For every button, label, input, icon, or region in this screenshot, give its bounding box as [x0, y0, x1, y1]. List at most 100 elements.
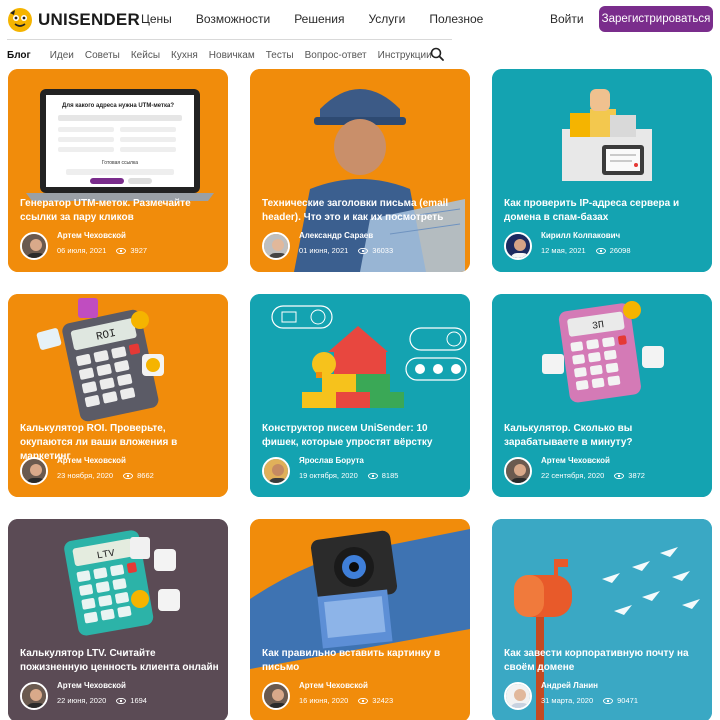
- subnav-item-guides[interactable]: Инструкции: [378, 50, 432, 61]
- card-title: Как проверить IP-адреса сервера и домена…: [504, 198, 680, 223]
- subnav-item-tips[interactable]: Советы: [85, 50, 120, 61]
- article-card-email-builder[interactable]: Конструктор писем UniSender: 10 фишек, к…: [250, 294, 470, 497]
- topnav-item-prices[interactable]: Цены: [141, 12, 172, 26]
- post-meta: 06 июля, 2021 3927: [57, 246, 147, 255]
- author-name: Андрей Ланин: [541, 681, 599, 690]
- author-name: Артем Чеховской: [57, 681, 126, 690]
- register-button[interactable]: Зарегистрироваться: [599, 6, 713, 32]
- utm-result-label: Готовая ссылка: [102, 160, 138, 166]
- subnav-item-beginners[interactable]: Новичкам: [209, 50, 255, 61]
- header-divider: [7, 39, 452, 40]
- author-avatar: [504, 682, 532, 710]
- views-icon: [603, 697, 614, 704]
- article-card-ltv-calculator[interactable]: LTV Калькулятор LTV. Считайте пожизненну…: [8, 519, 228, 720]
- card-title: Конструктор писем UniSender: 10 фишек, к…: [262, 423, 433, 448]
- login-link[interactable]: Войти: [550, 12, 584, 26]
- views-icon: [614, 472, 625, 479]
- article-card-roi-calculator[interactable]: ROI Калькулятор ROI. Проверьте, окупаютс…: [8, 294, 228, 497]
- card-title: Как завести корпоративную почту на своём…: [504, 648, 689, 673]
- utm-form-heading: Для какого адреса нужна UTM-метка?: [62, 103, 174, 109]
- post-views: 26098: [609, 246, 631, 255]
- views-icon: [595, 247, 606, 254]
- site-header: UNISENDER Цены Возможности Решения Услуг…: [0, 0, 720, 40]
- article-card-ip-spam-check[interactable]: Как проверить IP-адреса сервера и домена…: [492, 69, 712, 272]
- post-views: 8662: [137, 471, 154, 480]
- author-name: Артем Чеховской: [299, 681, 368, 690]
- author-name: Артем Чеховской: [57, 231, 126, 240]
- post-date: 16 июня, 2020: [299, 696, 349, 705]
- topnav-item-solutions[interactable]: Решения: [294, 12, 344, 26]
- views-icon: [358, 697, 369, 704]
- post-date: 01 июня, 2021: [299, 246, 349, 255]
- author-avatar: [504, 457, 532, 485]
- author-avatar: [262, 457, 290, 485]
- search-icon[interactable]: [430, 47, 444, 61]
- subnav-item-blog[interactable]: Блог: [7, 50, 31, 61]
- post-date: 06 июля, 2021: [57, 246, 107, 255]
- topnav-item-services[interactable]: Услуги: [368, 12, 405, 26]
- subnav-item-tests[interactable]: Тесты: [266, 50, 294, 61]
- card-title: Калькулятор. Сколько вы зарабатываете в …: [504, 423, 633, 448]
- brand-name: UNISENDER: [38, 10, 140, 29]
- post-date: 23 ноября, 2020: [57, 471, 114, 480]
- post-views: 32423: [372, 696, 394, 705]
- subnav-item-qa[interactable]: Вопрос-ответ: [305, 50, 367, 61]
- roi-calculator-display: ROI: [95, 328, 117, 344]
- ltv-calculator-display: LTV: [96, 549, 116, 563]
- subnav-item-kitchen[interactable]: Кухня: [171, 50, 198, 61]
- post-views: 3927: [130, 246, 148, 255]
- post-views: 8185: [381, 471, 399, 480]
- logo[interactable]: UNISENDER: [7, 7, 140, 33]
- author-avatar: [262, 682, 290, 710]
- author-name: Артем Чеховской: [541, 456, 610, 465]
- author-avatar: [20, 457, 48, 485]
- subnav-item-cases[interactable]: Кейсы: [131, 50, 160, 61]
- post-meta: 19 октября, 2020 8185: [299, 471, 398, 480]
- post-date: 19 октября, 2020: [299, 471, 358, 480]
- post-meta: 31 марта, 2020 90471: [541, 696, 638, 705]
- post-meta: 23 ноября, 2020 8662: [57, 471, 154, 480]
- post-meta: 16 июня, 2020 32423: [299, 696, 393, 705]
- post-views: 1694: [130, 696, 147, 705]
- author-name: Ярослав Борута: [299, 456, 364, 465]
- post-date: 22 сентября, 2020: [541, 471, 605, 480]
- article-card-corporate-email[interactable]: Как завести корпоративную почту на своём…: [492, 519, 712, 720]
- views-icon: [367, 472, 378, 479]
- post-date: 22 июня, 2020: [57, 696, 107, 705]
- article-card-email-headers[interactable]: Технические заголовки письма (email head…: [250, 69, 470, 272]
- author-avatar: [20, 682, 48, 710]
- calculator-display: 3П: [591, 320, 604, 333]
- post-meta: 12 мая, 2021 26098: [541, 246, 631, 255]
- topnav-item-features[interactable]: Возможности: [196, 12, 270, 26]
- post-views: 36033: [372, 246, 394, 255]
- post-meta: 01 июня, 2021 36033: [299, 246, 393, 255]
- top-nav: Цены Возможности Решения Услуги Полезное: [141, 12, 483, 26]
- views-icon: [358, 247, 369, 254]
- post-meta: 22 сентября, 2020 3872: [541, 471, 645, 480]
- logo-icon: [8, 8, 32, 32]
- card-title: Генератор UTM-меток. Размечайте ссылки з…: [20, 198, 191, 223]
- post-date: 12 мая, 2021: [541, 246, 586, 255]
- views-icon: [116, 697, 127, 704]
- article-card-utm-generator[interactable]: Для какого адреса нужна UTM-метка? Готов…: [8, 69, 228, 272]
- author-avatar: [504, 232, 532, 260]
- article-card-insert-image[interactable]: Как правильно вставить картинку в письмо…: [250, 519, 470, 720]
- views-icon: [116, 247, 127, 254]
- card-title: Технические заголовки письма (email head…: [262, 198, 449, 223]
- subnav-item-ideas[interactable]: Идеи: [50, 50, 74, 61]
- author-name: Артем Чеховской: [57, 456, 126, 465]
- article-card-earnings-calculator[interactable]: 3П Калькулятор. Сколько вы зарабатываете…: [492, 294, 712, 497]
- author-name: Кирилл Колпакович: [541, 231, 621, 240]
- post-meta: 22 июня, 2020 1694: [57, 696, 147, 705]
- card-title: Как правильно вставить картинку в письмо: [262, 648, 441, 673]
- views-icon: [123, 472, 134, 479]
- post-date: 31 марта, 2020: [541, 696, 594, 705]
- card-title: Калькулятор LTV. Считайте пожизненную це…: [20, 648, 219, 673]
- topnav-item-useful[interactable]: Полезное: [429, 12, 483, 26]
- post-views: 90471: [617, 696, 638, 705]
- author-avatar: [262, 232, 290, 260]
- blog-subnav: Блог Идеи Советы Кейсы Кухня Новичкам Те…: [7, 46, 443, 64]
- author-name: Александр Сараев: [299, 231, 374, 240]
- post-views: 3872: [628, 471, 645, 480]
- author-avatar: [20, 232, 48, 260]
